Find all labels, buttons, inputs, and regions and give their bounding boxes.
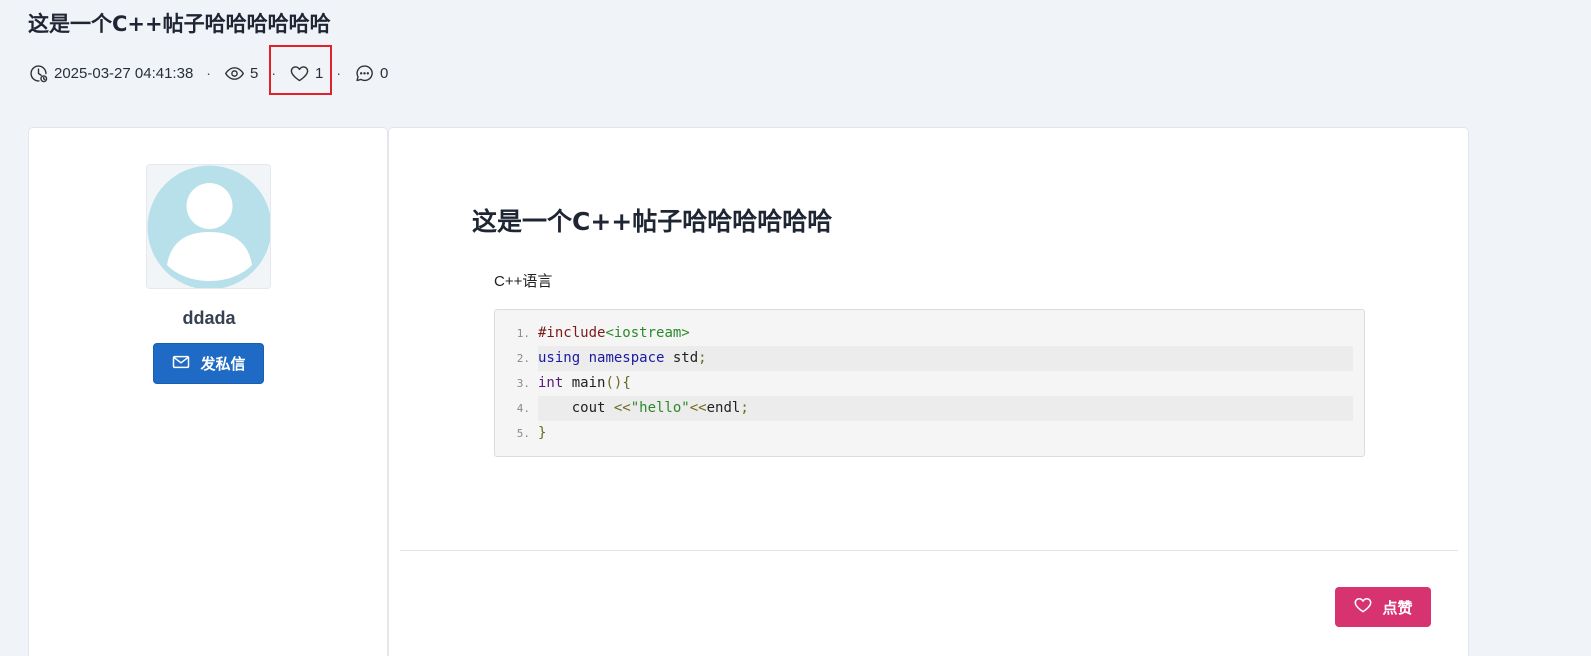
post-subtitle: C++语言 — [494, 273, 553, 290]
code-line: 4. cout <<"hello"<<endl; — [495, 396, 1353, 421]
eye-icon — [224, 63, 245, 84]
avatar[interactable] — [146, 164, 271, 289]
send-message-label: 发私信 — [200, 356, 246, 373]
author-card: ddada 发私信 — [28, 127, 388, 656]
line-number: 2. — [516, 352, 530, 365]
meta-comments: 0 — [354, 63, 388, 84]
code-line: 2. using namespace std; — [495, 346, 1353, 371]
meta-separator: · — [336, 65, 341, 81]
line-number: 4. — [516, 402, 530, 415]
code-text: cout <<"hello"<<endl; — [538, 396, 1353, 421]
code-line: 1. #include<iostream> — [495, 321, 1353, 346]
code-text: using namespace std; — [538, 346, 1353, 371]
like-button[interactable]: 点赞 — [1335, 587, 1431, 627]
divider — [400, 550, 1458, 551]
meta-separator: · — [206, 65, 211, 81]
user-avatar-icon — [147, 165, 270, 288]
comment-icon — [354, 63, 375, 84]
code-text: #include<iostream> — [538, 325, 690, 341]
code-text: } — [538, 425, 547, 441]
meta-date: 2025-03-27 04:41:38 — [28, 63, 193, 84]
likes-highlight-box — [269, 45, 332, 95]
line-number: 1. — [516, 327, 530, 340]
post-card: 这是一个C++帖子哈哈哈哈哈哈 C++语言 1. #include<iostre… — [388, 127, 1469, 656]
meta-date-text: 2025-03-27 04:41:38 — [54, 64, 194, 82]
author-name[interactable]: ddada — [29, 308, 389, 329]
post-title: 这是一个C++帖子哈哈哈哈哈哈 — [472, 207, 833, 236]
like-button-label: 点赞 — [1382, 599, 1413, 617]
post-meta: 2025-03-27 04:41:38 · 5 · 1 · 0 — [28, 60, 388, 86]
meta-views: 5 — [224, 63, 258, 84]
send-message-button[interactable]: 发私信 — [153, 343, 264, 384]
line-number: 5. — [516, 427, 530, 440]
code-text: int main(){ — [538, 375, 631, 391]
code-line: 5. } — [495, 421, 1353, 446]
heart-icon — [1353, 595, 1373, 619]
line-number: 3. — [516, 377, 530, 390]
code-block: 1. #include<iostream> 2. using namespace… — [494, 309, 1365, 457]
clock-icon — [28, 63, 49, 84]
mail-icon — [171, 352, 191, 376]
meta-views-count: 5 — [249, 64, 259, 82]
meta-comments-count: 0 — [380, 64, 389, 82]
page-title: 这是一个C++帖子哈哈哈哈哈哈 — [28, 12, 331, 36]
code-line: 3. int main(){ — [495, 371, 1353, 396]
